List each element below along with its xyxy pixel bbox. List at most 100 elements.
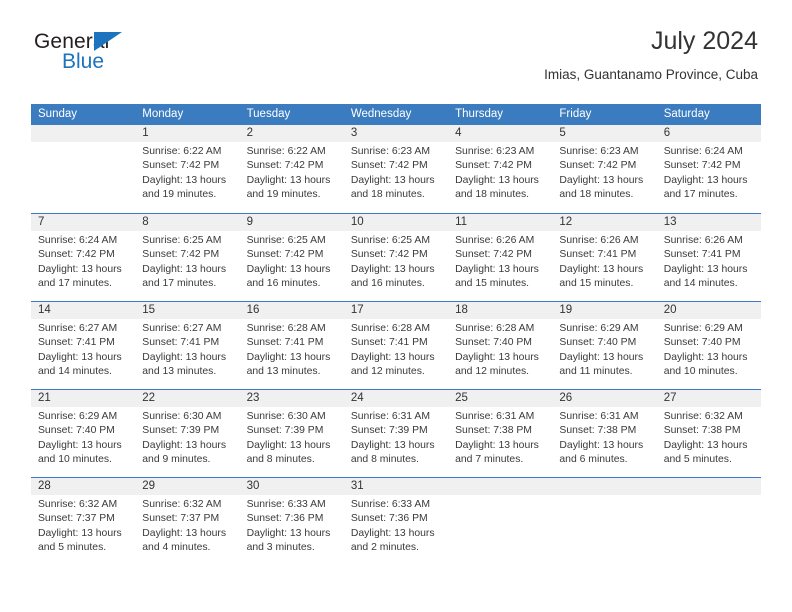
day-details: Sunrise: 6:32 AM Sunset: 7:37 PM Daylight:… <box>135 495 239 556</box>
day-detail-line: Daylight: 13 hours <box>350 439 435 451</box>
day-number: 29 <box>135 478 240 495</box>
day-detail-line: Sunrise: 6:28 AM <box>455 323 535 334</box>
day-detail-line: and 15 minutes. <box>455 278 530 290</box>
weekday-header-row: Sunday Monday Tuesday Wednesday Thursday Frid… <box>31 104 761 125</box>
day-detail-line: Daylight: 13 hours <box>38 263 122 275</box>
calendar-day-cell[interactable]: 20 Sunrise: 6:29 AM Sunset: 7:40 PM Dayligh… <box>656 302 761 389</box>
calendar-day-cell[interactable]: 27 Sunrise: 6:32 AM Sunset: 7:38 PM Dayligh… <box>656 390 761 477</box>
calendar-day-cell[interactable]: 8 Sunrise: 6:25 AM Sunset: 7:42 PM Daylight… <box>135 214 240 301</box>
calendar-weeks: 1 Sunrise: 6:22 AM Sunset: 7:42 PM Daylight… <box>31 125 761 565</box>
calendar-day-cell[interactable]: 2 Sunrise: 6:22 AM Sunset: 7:42 PM Daylight… <box>239 125 344 213</box>
day-number: 27 <box>656 390 761 407</box>
calendar-page: General Blue July 2024 Imias, Guantanamo… <box>0 0 792 612</box>
day-detail-line: Sunset: 7:38 PM <box>663 425 741 437</box>
day-detail-line: Sunrise: 6:23 AM <box>350 146 430 157</box>
day-detail-line: Sunrise: 6:29 AM <box>663 323 743 334</box>
calendar-day-cell[interactable]: 13 Sunrise: 6:26 AM Sunset: 7:41 PM Dayligh… <box>656 214 761 301</box>
calendar-day-cell[interactable]: 23 Sunrise: 6:30 AM Sunset: 7:39 PM Dayligh… <box>239 390 344 477</box>
day-details: Sunrise: 6:22 AM Sunset: 7:42 PM Daylight:… <box>240 142 344 203</box>
day-detail-line: and 12 minutes. <box>350 366 425 378</box>
day-details: Sunrise: 6:23 AM Sunset: 7:42 PM Daylight:… <box>448 142 552 203</box>
day-detail-line: Sunset: 7:41 PM <box>246 337 324 349</box>
calendar-day-cell[interactable]: 29 Sunrise: 6:32 AM Sunset: 7:37 PM Dayligh… <box>135 478 240 565</box>
calendar-day-cell-empty <box>552 478 657 565</box>
calendar-day-cell[interactable]: 4 Sunrise: 6:23 AM Sunset: 7:42 PM Daylight… <box>448 125 553 213</box>
day-detail-line: Daylight: 13 hours <box>663 174 748 186</box>
calendar-day-cell[interactable]: 6 Sunrise: 6:24 AM Sunset: 7:42 PM Daylight… <box>656 125 761 213</box>
calendar-day-cell[interactable]: 7 Sunrise: 6:24 AM Sunset: 7:42 PM Daylight… <box>31 214 136 301</box>
day-number: 23 <box>239 390 344 407</box>
day-detail-line: Sunset: 7:42 PM <box>142 160 220 172</box>
day-detail-line: Sunrise: 6:29 AM <box>38 411 118 422</box>
day-details: Sunrise: 6:23 AM Sunset: 7:42 PM Daylight:… <box>344 142 448 203</box>
day-detail-line: Sunrise: 6:33 AM <box>246 499 326 510</box>
day-detail-line: Daylight: 13 hours <box>350 351 435 363</box>
calendar-day-cell[interactable]: 19 Sunrise: 6:29 AM Sunset: 7:40 PM Dayligh… <box>552 302 657 389</box>
day-detail-line: Daylight: 13 hours <box>246 439 331 451</box>
day-number: 4 <box>448 125 553 142</box>
day-detail-line: and 17 minutes. <box>663 189 738 201</box>
day-detail-line: Daylight: 13 hours <box>350 263 435 275</box>
day-details: Sunrise: 6:33 AM Sunset: 7:36 PM Daylight:… <box>344 495 448 556</box>
day-detail-line: Sunset: 7:41 PM <box>38 337 115 349</box>
day-details: Sunrise: 6:25 AM Sunset: 7:42 PM Daylight:… <box>135 231 239 292</box>
calendar-day-cell[interactable]: 12 Sunrise: 6:26 AM Sunset: 7:41 PM Dayligh… <box>552 214 657 301</box>
day-detail-line: Sunrise: 6:33 AM <box>350 499 430 510</box>
day-detail-line: Sunset: 7:40 PM <box>663 337 741 349</box>
calendar-day-cell-empty <box>31 125 136 213</box>
day-detail-line: Sunset: 7:39 PM <box>350 425 428 437</box>
day-detail-line: Daylight: 13 hours <box>246 351 331 363</box>
day-number: 2 <box>239 125 344 142</box>
day-detail-line: and 17 minutes. <box>142 278 217 290</box>
day-detail-line: Daylight: 13 hours <box>38 351 122 363</box>
calendar-day-cell[interactable]: 15 Sunrise: 6:27 AM Sunset: 7:41 PM Dayligh… <box>135 302 240 389</box>
day-details: Sunrise: 6:29 AM Sunset: 7:40 PM Daylight:… <box>552 319 656 380</box>
calendar-day-cell[interactable]: 18 Sunrise: 6:28 AM Sunset: 7:40 PM Dayligh… <box>448 302 553 389</box>
day-detail-line: Sunrise: 6:32 AM <box>142 499 222 510</box>
calendar-day-cell[interactable]: 28 Sunrise: 6:32 AM Sunset: 7:37 PM Dayligh… <box>31 478 136 565</box>
day-detail-line: Sunrise: 6:30 AM <box>246 411 326 422</box>
day-detail-line: and 14 minutes. <box>38 366 112 378</box>
day-details: Sunrise: 6:30 AM Sunset: 7:39 PM Daylight:… <box>240 407 344 468</box>
day-number: 31 <box>343 478 449 495</box>
day-detail-line: Sunset: 7:41 PM <box>142 337 220 349</box>
calendar-day-cell[interactable]: 17 Sunrise: 6:28 AM Sunset: 7:41 PM Dayligh… <box>343 302 449 389</box>
day-details <box>552 495 656 498</box>
calendar-day-cell[interactable]: 5 Sunrise: 6:23 AM Sunset: 7:42 PM Daylight… <box>552 125 657 213</box>
day-detail-line: and 5 minutes. <box>38 542 107 554</box>
brand-name-blue: Blue <box>62 50 105 73</box>
calendar-day-cell[interactable]: 1 Sunrise: 6:22 AM Sunset: 7:42 PM Daylight… <box>135 125 240 213</box>
day-details: Sunrise: 6:26 AM Sunset: 7:41 PM Daylight:… <box>552 231 656 292</box>
calendar-day-cell[interactable]: 30 Sunrise: 6:33 AM Sunset: 7:36 PM Dayligh… <box>239 478 344 565</box>
day-detail-line: Daylight: 13 hours <box>350 174 435 186</box>
day-details: Sunrise: 6:30 AM Sunset: 7:39 PM Daylight:… <box>135 407 239 468</box>
day-detail-line: Daylight: 13 hours <box>455 439 539 451</box>
day-details: Sunrise: 6:26 AM Sunset: 7:42 PM Daylight:… <box>448 231 552 292</box>
day-detail-line: and 2 minutes. <box>350 542 420 554</box>
brand-logo[interactable]: General Blue <box>34 30 234 86</box>
calendar-day-cell[interactable]: 24 Sunrise: 6:31 AM Sunset: 7:39 PM Dayligh… <box>343 390 449 477</box>
calendar-day-cell[interactable]: 22 Sunrise: 6:30 AM Sunset: 7:39 PM Dayligh… <box>135 390 240 477</box>
day-detail-line: Daylight: 13 hours <box>142 174 227 186</box>
calendar-day-cell[interactable]: 14 Sunrise: 6:27 AM Sunset: 7:41 PM Dayligh… <box>31 302 136 389</box>
day-number: 13 <box>656 214 761 231</box>
day-number <box>448 478 553 495</box>
calendar-day-cell[interactable]: 9 Sunrise: 6:25 AM Sunset: 7:42 PM Daylight… <box>239 214 344 301</box>
day-detail-line: Sunset: 7:42 PM <box>142 249 220 261</box>
day-detail-line: and 15 minutes. <box>559 278 634 290</box>
calendar-day-cell[interactable]: 31 Sunrise: 6:33 AM Sunset: 7:36 PM Dayligh… <box>343 478 449 565</box>
calendar-day-cell[interactable]: 16 Sunrise: 6:28 AM Sunset: 7:41 PM Dayligh… <box>239 302 344 389</box>
weekday-header-friday: Friday <box>559 108 592 120</box>
day-details: Sunrise: 6:27 AM Sunset: 7:41 PM Daylight:… <box>31 319 135 380</box>
calendar-day-cell[interactable]: 10 Sunrise: 6:25 AM Sunset: 7:42 PM Dayligh… <box>343 214 449 301</box>
calendar-day-cell[interactable]: 3 Sunrise: 6:23 AM Sunset: 7:42 PM Daylight… <box>343 125 449 213</box>
calendar-day-cell[interactable]: 26 Sunrise: 6:31 AM Sunset: 7:38 PM Dayligh… <box>552 390 657 477</box>
calendar-day-cell[interactable]: 11 Sunrise: 6:26 AM Sunset: 7:42 PM Dayligh… <box>448 214 553 301</box>
day-detail-line: Sunset: 7:41 PM <box>559 249 637 261</box>
day-detail-line: Sunset: 7:40 PM <box>559 337 637 349</box>
day-details: Sunrise: 6:29 AM Sunset: 7:40 PM Daylight:… <box>31 407 135 468</box>
calendar-day-cell[interactable]: 21 Sunrise: 6:29 AM Sunset: 7:40 PM Dayligh… <box>31 390 136 477</box>
day-number: 25 <box>448 390 553 407</box>
calendar-day-cell[interactable]: 25 Sunrise: 6:31 AM Sunset: 7:38 PM Dayligh… <box>448 390 553 477</box>
page-header: General Blue July 2024 Imias, Guantanamo… <box>34 26 758 96</box>
